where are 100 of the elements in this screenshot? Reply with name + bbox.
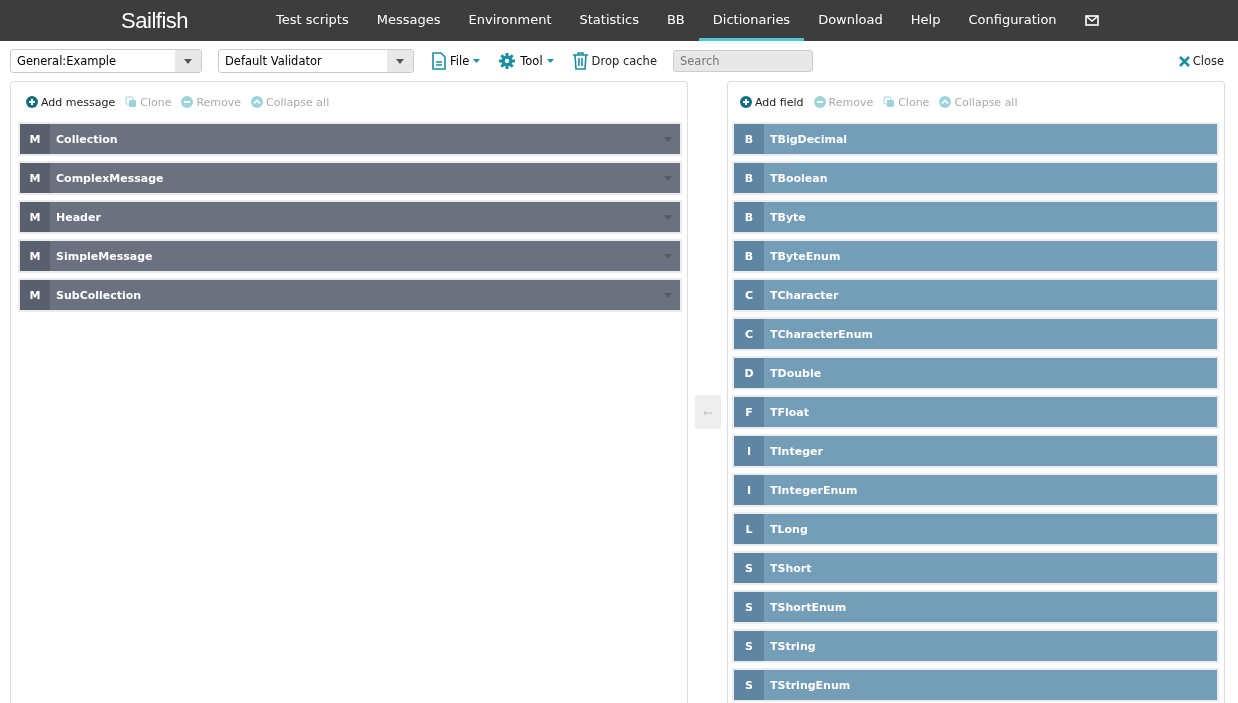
type-badge: S: [734, 553, 764, 583]
message-row[interactable]: M ComplexMessage: [20, 163, 680, 193]
field-row[interactable]: S TStringEnum: [734, 670, 1217, 700]
file-menu[interactable]: File: [432, 52, 481, 70]
item-name: TBoolean: [769, 170, 829, 187]
nav-tab[interactable]: Help: [896, 0, 955, 41]
type-badge: I: [734, 475, 764, 505]
item-name: ComplexMessage: [55, 170, 165, 187]
item-name: TByte: [769, 209, 807, 226]
dictionary-select[interactable]: General:Example: [10, 49, 202, 73]
document-icon: [432, 52, 446, 70]
trash-icon: [571, 52, 589, 70]
caret-icon: [184, 58, 192, 64]
item-name: TBigDecimal: [769, 131, 849, 148]
nav-tab[interactable]: Dictionaries: [698, 0, 805, 41]
type-badge: S: [734, 592, 764, 622]
remove-icon: [181, 96, 194, 108]
field-row[interactable]: S TString: [734, 631, 1217, 661]
field-row[interactable]: S TShortEnum: [734, 592, 1217, 622]
item-name: TString: [769, 638, 817, 655]
message-row[interactable]: M Header: [20, 202, 680, 232]
item-name: TFloat: [769, 404, 811, 421]
nav-tab[interactable]: Environment: [454, 0, 566, 41]
caret-icon[interactable]: [664, 214, 672, 220]
nav-tab[interactable]: Statistics: [565, 0, 653, 41]
item-name: TDouble: [769, 365, 823, 382]
type-badge: F: [734, 397, 764, 427]
gear-icon: [498, 52, 517, 70]
message-row[interactable]: M Collection: [20, 124, 680, 154]
add-icon: [740, 96, 752, 108]
field-row[interactable]: C TCharacterEnum: [734, 319, 1217, 349]
item-name: SubCollection: [55, 287, 143, 304]
item-name: TShort: [769, 560, 813, 577]
add-icon: [26, 96, 38, 108]
field-row[interactable]: C TCharacter: [734, 280, 1217, 310]
type-badge: I: [734, 436, 764, 466]
message-row[interactable]: M SimpleMessage: [20, 241, 680, 271]
field-row[interactable]: I TInteger: [734, 436, 1217, 466]
field-row[interactable]: L TLong: [734, 514, 1217, 544]
caret-icon[interactable]: [664, 292, 672, 298]
close-button[interactable]: Close: [1178, 54, 1224, 68]
field-row[interactable]: B TByte: [734, 202, 1217, 232]
item-name: TShortEnum: [769, 599, 848, 616]
field-row[interactable]: B TBigDecimal: [734, 124, 1217, 154]
item-name: Header: [55, 209, 102, 226]
type-badge: M: [20, 241, 50, 271]
type-badge: D: [734, 358, 764, 388]
field-row[interactable]: B TByteEnum: [734, 241, 1217, 271]
field-row[interactable]: I TIntegerEnum: [734, 475, 1217, 505]
nav-tab[interactable]: Test scripts: [262, 0, 363, 41]
type-badge: C: [734, 319, 764, 349]
field-row[interactable]: B TBoolean: [734, 163, 1217, 193]
item-name: TCharacter: [769, 287, 840, 304]
nav-tab[interactable]: BB: [652, 0, 699, 41]
add-button[interactable]: Add message: [26, 95, 116, 109]
copy-icon: [125, 96, 138, 108]
type-badge: M: [20, 280, 50, 310]
nav-tab[interactable]: Configuration: [954, 0, 1071, 41]
type-badge: L: [734, 514, 764, 544]
field-row[interactable]: D TDouble: [734, 358, 1217, 388]
type-badge: C: [734, 280, 764, 310]
type-badge: S: [734, 670, 764, 700]
item-name: SimpleMessage: [55, 248, 154, 265]
item-name: TCharacterEnum: [769, 326, 874, 343]
collapse-icon: [251, 96, 264, 108]
item-name: TInteger: [769, 443, 824, 460]
caret-icon: [396, 58, 404, 64]
move-left-button[interactable]: [694, 395, 721, 429]
logo: Sailfish: [120, 6, 189, 35]
type-badge: B: [734, 124, 764, 154]
nav-tab[interactable]: Messages: [362, 0, 455, 41]
nav-tab[interactable]: Download: [804, 0, 897, 41]
arrow-left-icon: [703, 410, 712, 416]
type-badge: M: [20, 202, 50, 232]
caret-icon[interactable]: [664, 136, 672, 142]
type-badge: B: [734, 163, 764, 193]
collapse-icon: [939, 96, 952, 108]
mail-icon[interactable]: [1084, 15, 1099, 26]
drop-cache-button[interactable]: Drop cache: [571, 52, 657, 70]
tool-menu[interactable]: Tool: [498, 52, 554, 70]
close-icon: [1178, 55, 1190, 67]
item-name: TStringEnum: [769, 677, 852, 694]
caret-icon: [473, 59, 481, 63]
field-row[interactable]: F TFloat: [734, 397, 1217, 427]
type-badge: B: [734, 241, 764, 271]
type-badge: S: [734, 631, 764, 661]
caret-icon[interactable]: [664, 253, 672, 259]
type-badge: M: [20, 124, 50, 154]
item-name: TIntegerEnum: [769, 482, 859, 499]
remove-icon: [813, 96, 826, 108]
message-row[interactable]: M SubCollection: [20, 280, 680, 310]
item-name: TByteEnum: [769, 248, 842, 265]
field-row[interactable]: S TShort: [734, 553, 1217, 583]
type-badge: M: [20, 163, 50, 193]
caret-icon[interactable]: [664, 175, 672, 181]
validator-select[interactable]: Default Validator: [218, 49, 414, 73]
type-badge: B: [734, 202, 764, 232]
add-button[interactable]: Add field: [740, 95, 804, 109]
item-name: Collection: [55, 131, 119, 148]
search-field[interactable]: Search: [673, 50, 813, 72]
